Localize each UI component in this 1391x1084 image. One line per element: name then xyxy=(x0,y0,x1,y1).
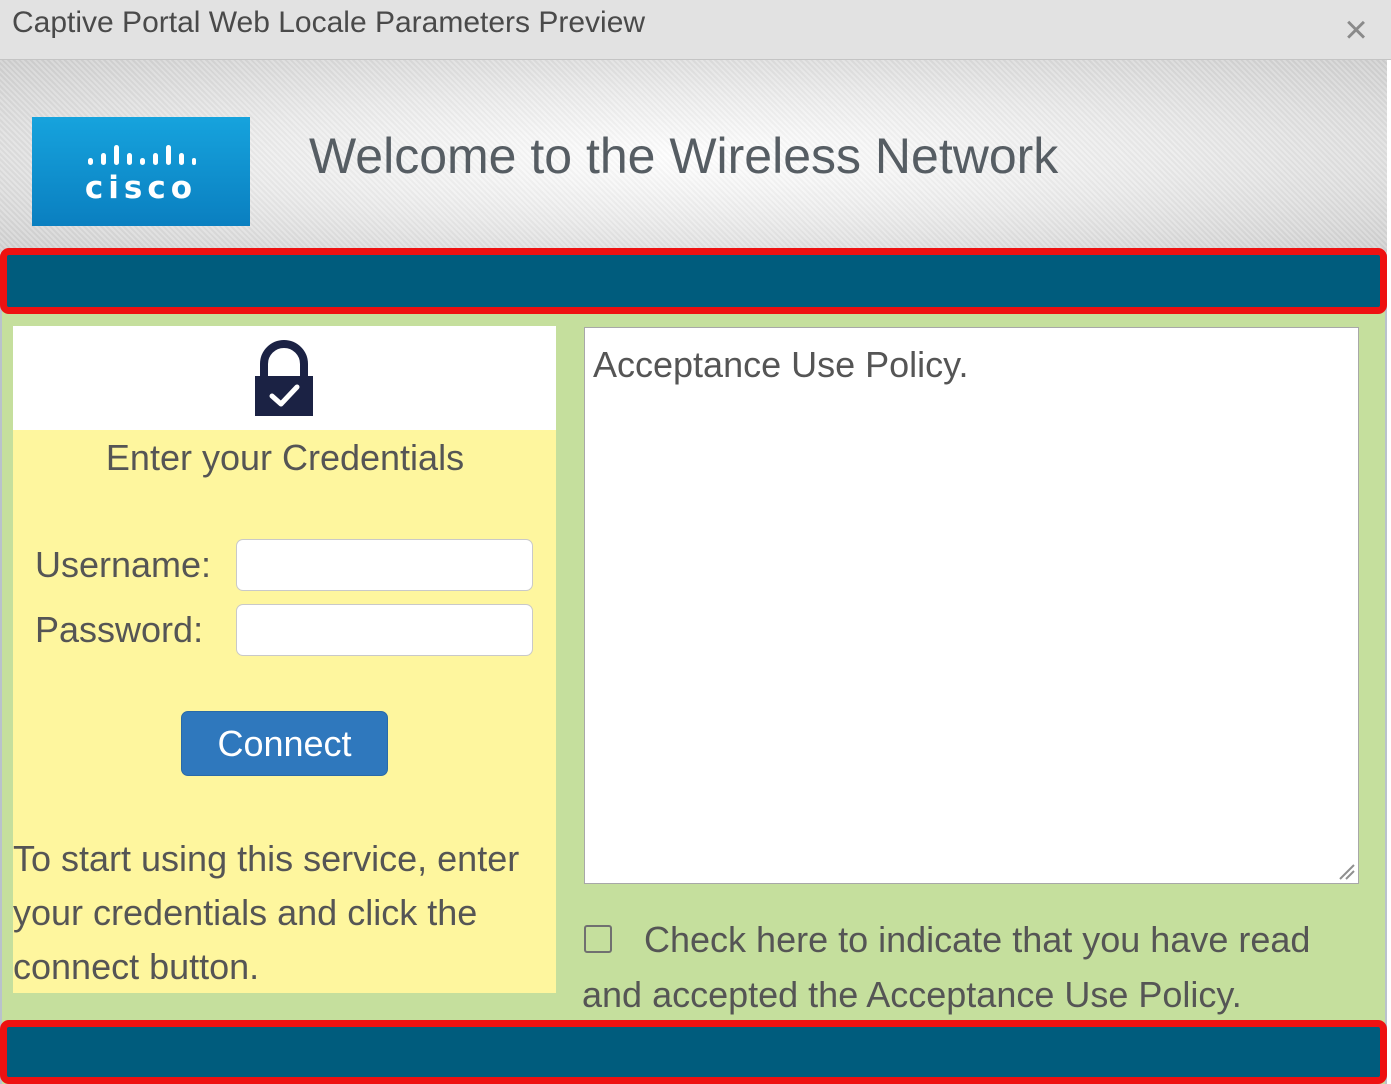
resize-grip-icon[interactable] xyxy=(1336,861,1356,881)
dialog-title-bar: Captive Portal Web Locale Parameters Pre… xyxy=(0,0,1391,60)
welcome-heading: Welcome to the Wireless Network xyxy=(309,128,1059,184)
login-instructions: To start using this service, enter your … xyxy=(13,838,520,987)
close-icon[interactable]: × xyxy=(1338,8,1374,52)
lock-header xyxy=(13,326,556,430)
acceptance-policy-text: Acceptance Use Policy. xyxy=(593,344,969,385)
password-input[interactable] xyxy=(236,604,533,656)
credentials-heading: Enter your Credentials xyxy=(105,437,465,478)
lock-check-icon xyxy=(255,340,313,416)
bottom-color-bar xyxy=(0,1020,1387,1084)
connect-button[interactable]: Connect xyxy=(181,711,388,776)
username-label: Username: xyxy=(35,544,212,585)
cisco-logo: cisco xyxy=(32,117,250,226)
password-label: Password: xyxy=(35,609,204,650)
cisco-wordmark: cisco xyxy=(84,170,198,206)
top-color-bar xyxy=(0,248,1387,314)
cisco-bridge-icon xyxy=(88,145,196,165)
username-input[interactable] xyxy=(236,539,533,591)
accept-policy-label[interactable]: Check here to indicate that you have rea… xyxy=(582,912,1342,1022)
dialog-title: Captive Portal Web Locale Parameters Pre… xyxy=(12,6,646,39)
acceptance-policy-textarea[interactable]: Acceptance Use Policy. xyxy=(584,327,1359,884)
